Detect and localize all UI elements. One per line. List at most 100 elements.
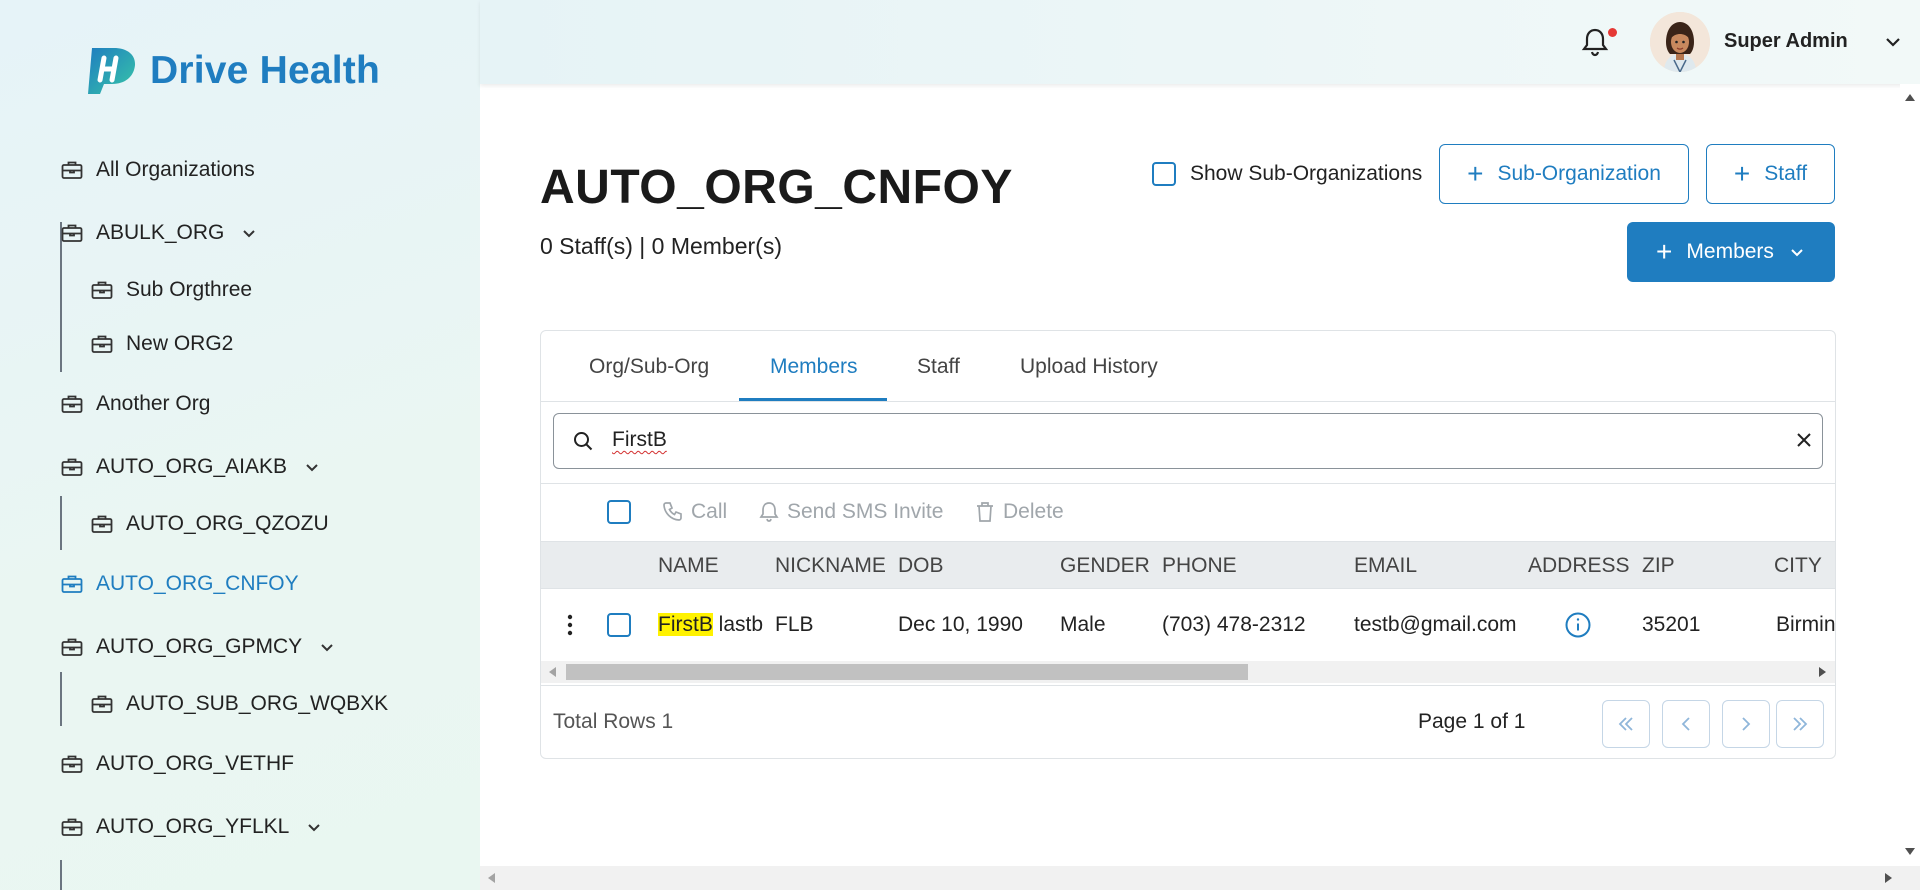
first-page-button[interactable] bbox=[1602, 700, 1650, 748]
table-row[interactable]: FirstB lastb FLB Dec 10, 1990 Male (703)… bbox=[541, 589, 1835, 661]
cell-nickname: FLB bbox=[775, 613, 814, 636]
sidebar-item-auto-sub-org-wqbxk[interactable]: AUTO_SUB_ORG_WQBXK bbox=[90, 692, 388, 716]
briefcase-icon bbox=[60, 635, 84, 659]
plus-icon: + bbox=[1656, 236, 1673, 267]
tab-upload-history[interactable]: Upload History bbox=[1020, 331, 1158, 402]
scroll-right-arrow[interactable] bbox=[1819, 667, 1826, 677]
scroll-down-arrow[interactable] bbox=[1905, 848, 1915, 855]
column-header-address[interactable]: ADDRESS bbox=[1528, 554, 1630, 578]
cell-phone: (703) 478-2312 bbox=[1162, 613, 1306, 636]
search-icon bbox=[574, 432, 593, 451]
sidebar-item-new-org2[interactable]: New ORG2 bbox=[90, 332, 233, 356]
sidebar-item-auto-org-yflkl[interactable]: AUTO_ORG_YFLKL bbox=[60, 815, 323, 839]
user-name[interactable]: Super Admin bbox=[1724, 30, 1848, 53]
briefcase-icon bbox=[60, 752, 84, 776]
top-bar: Super Admin bbox=[480, 0, 1920, 84]
info-icon[interactable] bbox=[1564, 611, 1592, 639]
column-header-email[interactable]: EMAIL bbox=[1354, 554, 1417, 578]
scroll-right-arrow[interactable] bbox=[1885, 873, 1892, 883]
column-header-gender[interactable]: GENDER bbox=[1060, 554, 1150, 578]
page-vertical-scrollbar[interactable] bbox=[1900, 84, 1920, 866]
table-header: NAME NICKNAME DOB GENDER PHONE EMAIL ADD… bbox=[541, 541, 1835, 589]
table-horizontal-scrollbar[interactable] bbox=[541, 661, 1835, 683]
add-staff-button[interactable]: + Staff bbox=[1706, 144, 1835, 204]
call-button[interactable]: Call bbox=[661, 500, 727, 524]
delete-button[interactable]: Delete bbox=[975, 500, 1064, 524]
scroll-left-arrow[interactable] bbox=[549, 667, 556, 677]
add-members-button[interactable]: + Members bbox=[1627, 222, 1835, 282]
button-label: Sub-Organization bbox=[1497, 162, 1661, 185]
briefcase-icon bbox=[60, 572, 84, 596]
bell-icon[interactable] bbox=[1580, 26, 1610, 58]
tree-line bbox=[60, 860, 62, 890]
chevron-down-icon bbox=[1788, 243, 1806, 261]
plus-icon: + bbox=[1467, 158, 1484, 189]
chevrons-right-icon bbox=[1793, 717, 1808, 731]
sidebar-item-another-org[interactable]: Another Org bbox=[60, 392, 210, 416]
tab-staff[interactable]: Staff bbox=[917, 331, 960, 402]
sidebar-item-label: AUTO_ORG_AIAKB bbox=[96, 455, 288, 478]
briefcase-icon bbox=[60, 455, 84, 479]
scrollbar-thumb[interactable] bbox=[566, 664, 1248, 680]
column-header-name[interactable]: NAME bbox=[658, 554, 719, 578]
cell-name: FirstB lastb bbox=[658, 613, 763, 637]
column-header-phone[interactable]: PHONE bbox=[1162, 554, 1237, 578]
chevron-right-icon bbox=[1742, 717, 1751, 731]
chevron-left-icon bbox=[1681, 717, 1690, 731]
button-label: Staff bbox=[1764, 162, 1808, 185]
checkbox[interactable] bbox=[1152, 162, 1176, 186]
sidebar-item-label: AUTO_ORG_VETHF bbox=[96, 752, 294, 775]
chevron-down-icon[interactable] bbox=[305, 818, 323, 836]
tab-bar: Org/Sub-Org Members Staff Upload History bbox=[541, 331, 1835, 402]
tab-org-sub-org[interactable]: Org/Sub-Org bbox=[589, 331, 709, 402]
scroll-up-arrow[interactable] bbox=[1905, 94, 1915, 101]
search-value[interactable]: FirstB bbox=[612, 428, 667, 452]
add-sub-organization-button[interactable]: + Sub-Organization bbox=[1439, 144, 1689, 204]
sidebar: Drive Health All Organizations ABULK_ORG… bbox=[0, 0, 480, 890]
brand-logo[interactable]: Drive Health bbox=[86, 46, 380, 96]
sidebar-item-label: ABULK_ORG bbox=[96, 221, 225, 244]
sidebar-item-sub-orgthree[interactable]: Sub Orgthree bbox=[90, 278, 252, 302]
page-horizontal-scrollbar[interactable] bbox=[480, 866, 1920, 890]
chevron-down-icon[interactable] bbox=[240, 224, 258, 242]
drive-health-logo-icon bbox=[88, 48, 136, 94]
sidebar-item-auto-org-qzozu[interactable]: AUTO_ORG_QZOZU bbox=[90, 512, 329, 536]
chevrons-left-icon bbox=[1618, 717, 1633, 731]
last-page-button[interactable] bbox=[1776, 700, 1824, 748]
briefcase-icon bbox=[60, 815, 84, 839]
chevron-down-icon[interactable] bbox=[318, 638, 336, 656]
main-content: Super Admin AUTO_ORG_CNFOY 0 Staff(s) | … bbox=[480, 0, 1920, 890]
sidebar-item-all-organizations[interactable]: All Organizations bbox=[60, 158, 255, 182]
close-icon[interactable] bbox=[1794, 430, 1814, 450]
column-header-nickname[interactable]: NICKNAME bbox=[775, 554, 886, 578]
sidebar-item-auto-org-gpmcy[interactable]: AUTO_ORG_GPMCY bbox=[60, 635, 336, 659]
select-all-checkbox[interactable] bbox=[607, 500, 631, 524]
cell-city: Birmingham bbox=[1776, 613, 1836, 636]
search-input[interactable]: FirstB bbox=[553, 413, 1823, 469]
sidebar-item-auto-org-vethf[interactable]: AUTO_ORG_VETHF bbox=[60, 752, 294, 776]
column-header-dob[interactable]: DOB bbox=[898, 554, 944, 578]
more-vertical-icon[interactable] bbox=[563, 613, 577, 637]
column-header-city[interactable]: CITY bbox=[1774, 554, 1822, 578]
notification-dot bbox=[1608, 28, 1617, 37]
column-header-zip[interactable]: ZIP bbox=[1642, 554, 1675, 578]
name-rest: lastb bbox=[712, 613, 764, 636]
avatar[interactable] bbox=[1650, 12, 1710, 72]
phone-icon bbox=[663, 502, 682, 521]
show-sub-organizations-toggle[interactable]: Show Sub-Organizations bbox=[1152, 162, 1422, 186]
sidebar-item-auto-org-aiakb[interactable]: AUTO_ORG_AIAKB bbox=[60, 455, 321, 479]
tab-members[interactable]: Members bbox=[770, 331, 858, 402]
sidebar-item-auto-org-cnfoy[interactable]: AUTO_ORG_CNFOY bbox=[60, 572, 299, 596]
chevron-down-icon[interactable] bbox=[1883, 32, 1903, 52]
chevron-down-icon[interactable] bbox=[303, 458, 321, 476]
button-label: Members bbox=[1686, 240, 1774, 263]
briefcase-icon bbox=[90, 332, 114, 356]
previous-page-button[interactable] bbox=[1662, 700, 1710, 748]
sidebar-item-label: All Organizations bbox=[96, 158, 255, 181]
row-checkbox[interactable] bbox=[607, 613, 631, 637]
scroll-left-arrow[interactable] bbox=[488, 873, 495, 883]
active-tab-indicator bbox=[739, 398, 887, 401]
sidebar-item-abulk-org[interactable]: ABULK_ORG bbox=[60, 221, 258, 245]
next-page-button[interactable] bbox=[1722, 700, 1770, 748]
send-sms-invite-button[interactable]: Send SMS Invite bbox=[759, 500, 943, 524]
